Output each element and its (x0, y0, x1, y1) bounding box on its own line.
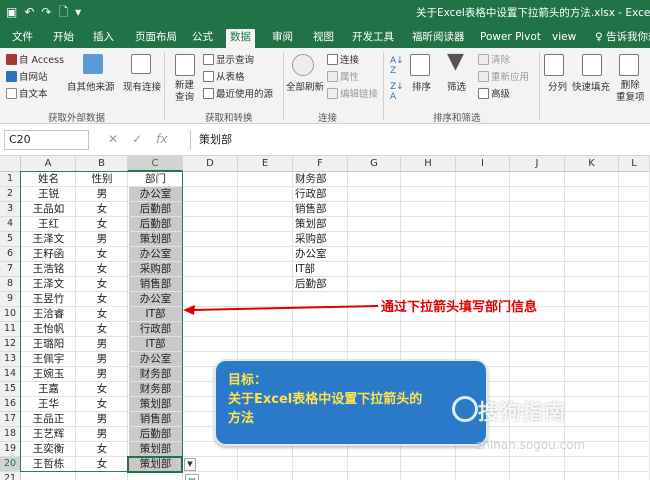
watermark-url: zhinan.sogou.com (476, 438, 586, 452)
annotation-arrow-head (183, 305, 195, 315)
watermark-brand: 搜狗指南 (478, 400, 566, 424)
goal-callout-text: 目标： 关于Excel表格中设置下拉箭头的 方法 (228, 373, 423, 426)
watermark-logo-icon (452, 396, 478, 422)
annotation-text: 通过下拉箭头填写部门信息 (381, 300, 538, 315)
annotation-arrow-line (191, 305, 379, 311)
